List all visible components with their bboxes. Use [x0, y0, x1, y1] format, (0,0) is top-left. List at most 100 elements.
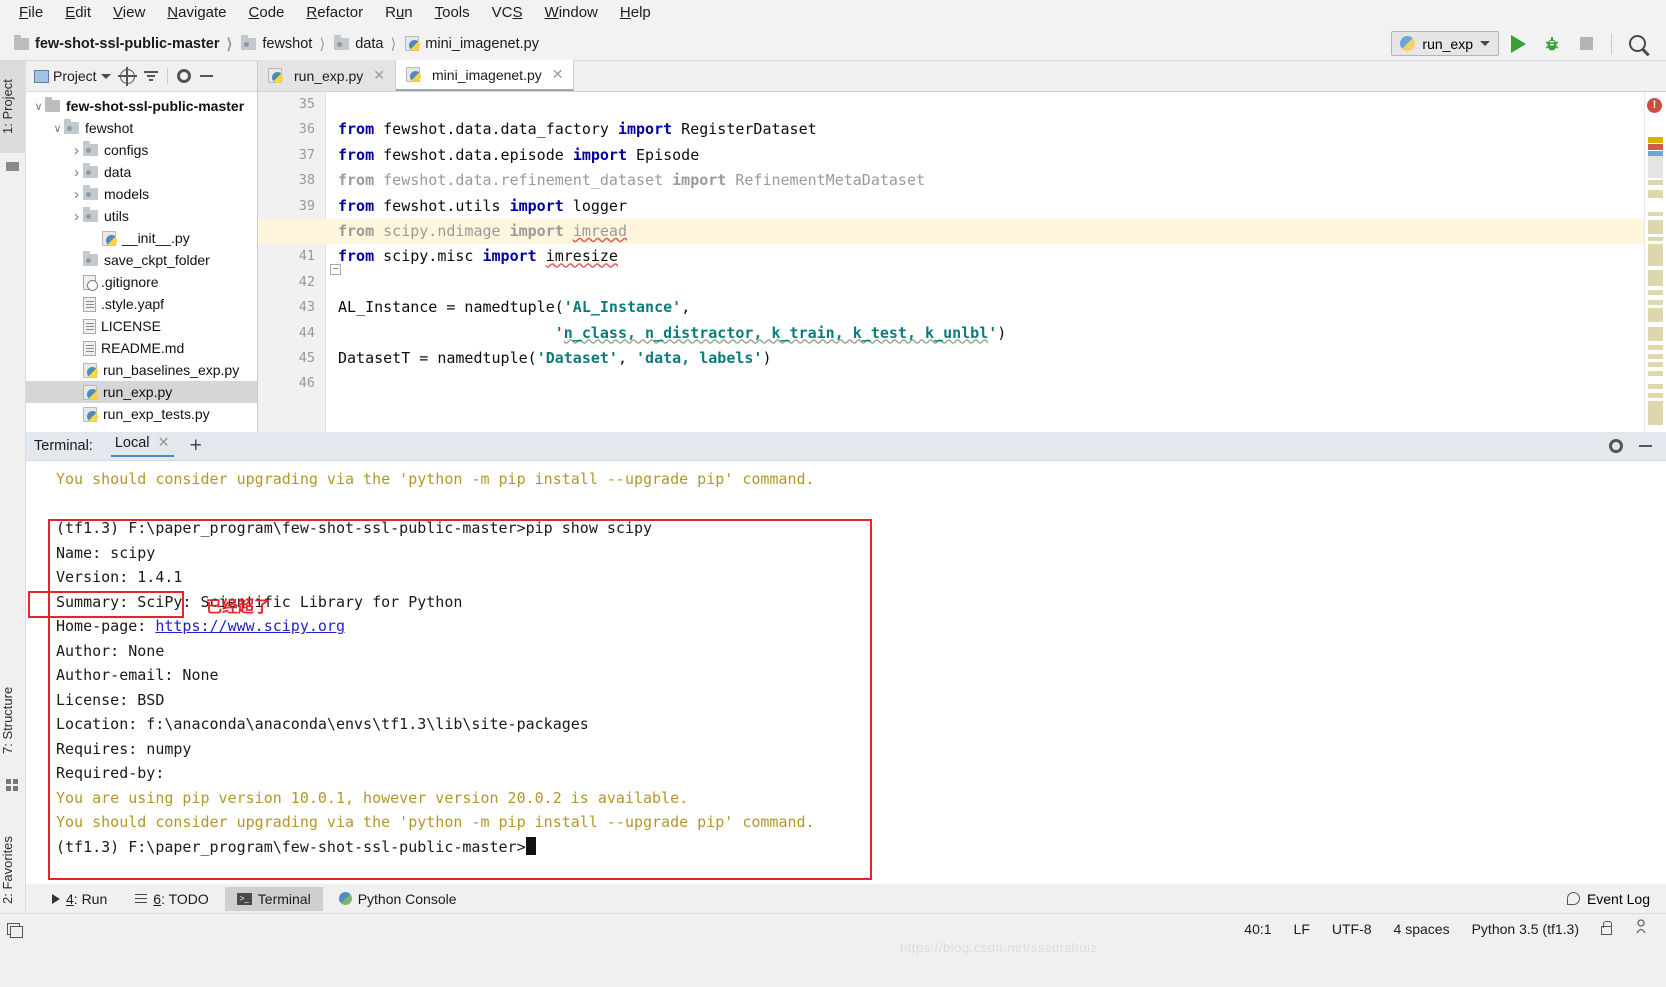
tab-mini-imagenet-py[interactable]: mini_imagenet.py ✕: [396, 60, 575, 91]
menu-item-vcs[interactable]: VCS: [481, 0, 534, 26]
debug-button[interactable]: [1537, 30, 1567, 58]
breadcrumb-item-file[interactable]: mini_imagenet.py: [405, 36, 539, 52]
line-number[interactable]: 44: [258, 321, 325, 346]
tree-node[interactable]: run_baselines_exp.py: [26, 359, 257, 381]
code-line[interactable]: from scipy.misc import imresize: [338, 244, 1666, 269]
tree-node[interactable]: .style.yapf: [26, 293, 257, 315]
run-button[interactable]: [1503, 30, 1533, 58]
menu-item-navigate[interactable]: Navigate: [156, 0, 237, 26]
menu-item-run[interactable]: Run: [374, 0, 424, 26]
sidebar-item-project[interactable]: 1: Project: [0, 61, 26, 153]
event-log-button[interactable]: Event Log: [1566, 891, 1666, 907]
code-line[interactable]: from fewshot.data.refinement_dataset imp…: [338, 168, 1666, 193]
menu-item-file[interactable]: File: [8, 0, 54, 26]
editor-marker-strip[interactable]: !: [1644, 92, 1666, 432]
run-configuration-selector[interactable]: run_exp: [1391, 31, 1499, 56]
tree-node[interactable]: data: [26, 161, 257, 183]
code-line[interactable]: [338, 270, 1666, 295]
close-icon[interactable]: ✕: [158, 435, 170, 451]
tree-node[interactable]: README.md: [26, 337, 257, 359]
stop-button[interactable]: [1571, 30, 1601, 58]
chevron-down-icon[interactable]: [32, 100, 45, 113]
tab-run-exp-py[interactable]: run_exp.py ✕: [258, 60, 397, 91]
tree-node[interactable]: run_exp_tests.py: [26, 403, 257, 425]
code-line[interactable]: from scipy.ndimage import imread: [258, 218, 1666, 245]
code-line[interactable]: [338, 371, 1666, 396]
code-line[interactable]: from fewshot.utils import logger: [338, 194, 1666, 219]
editor-gutter[interactable]: 353637383940414243444546: [258, 92, 326, 432]
sidebar-item-favorites[interactable]: 2: Favorites: [0, 818, 26, 922]
line-number[interactable]: 42: [258, 270, 325, 295]
tree-node[interactable]: models: [26, 183, 257, 205]
code-line[interactable]: DatasetT = namedtuple('Dataset', 'data, …: [338, 346, 1666, 371]
menu-item-code[interactable]: Code: [238, 0, 296, 26]
minimize-icon[interactable]: [199, 75, 213, 77]
chevron-right-icon[interactable]: [70, 142, 83, 159]
python-interpreter[interactable]: Python 3.5 (tf1.3): [1472, 921, 1579, 937]
code-line[interactable]: AL_Instance = namedtuple('AL_Instance',: [338, 295, 1666, 320]
tree-node[interactable]: save_ckpt_folder: [26, 249, 257, 271]
breadcrumb-item-fewshot[interactable]: fewshot ⟩: [241, 34, 332, 53]
line-number[interactable]: 36: [258, 117, 325, 142]
tree-node[interactable]: configs: [26, 139, 257, 161]
tree-node[interactable]: utils: [26, 205, 257, 227]
line-number[interactable]: 43: [258, 295, 325, 320]
code-line[interactable]: [338, 92, 1666, 117]
code-line[interactable]: from fewshot.data.data_factory import Re…: [338, 117, 1666, 142]
inspection-icon[interactable]: [1634, 919, 1648, 938]
minimize-icon[interactable]: [1639, 445, 1652, 447]
close-icon[interactable]: ✕: [373, 67, 385, 84]
line-number[interactable]: 39: [258, 194, 325, 219]
chevron-right-icon[interactable]: [70, 208, 83, 225]
sidebar-item-structure[interactable]: 7: Structure: [0, 666, 26, 774]
tree-node[interactable]: .gitignore: [26, 271, 257, 293]
line-separator[interactable]: LF: [1294, 921, 1310, 937]
add-terminal-button[interactable]: +: [190, 434, 202, 458]
collapse-all-icon[interactable]: [143, 69, 158, 83]
toggle-tool-windows-button[interactable]: [0, 922, 26, 938]
menu-item-view[interactable]: View: [102, 0, 156, 26]
indent-setting[interactable]: 4 spaces: [1394, 921, 1450, 937]
menu-item-tools[interactable]: Tools: [424, 0, 481, 26]
tab-terminal[interactable]: >_ Terminal: [224, 886, 323, 911]
terminal-prompt[interactable]: (tf1.3) F:\paper_program\few-shot-ssl-pu…: [56, 835, 1666, 860]
code-line[interactable]: 'n_class, n_distractor, k_train, k_test,…: [338, 321, 1666, 346]
file-encoding[interactable]: UTF-8: [1332, 921, 1372, 937]
line-number[interactable]: 38: [258, 168, 325, 193]
line-number[interactable]: 46: [258, 371, 325, 396]
line-number[interactable]: 45: [258, 346, 325, 371]
menu-item-refactor[interactable]: Refactor: [295, 0, 374, 26]
chevron-right-icon[interactable]: [70, 164, 83, 181]
tree-node[interactable]: LICENSE: [26, 315, 257, 337]
gear-icon[interactable]: [176, 69, 191, 83]
close-icon[interactable]: ✕: [552, 66, 564, 83]
tree-node[interactable]: few-shot-ssl-public-master: [26, 95, 257, 117]
scroll-from-source-icon[interactable]: [117, 66, 137, 86]
tab-python-console[interactable]: Python Console: [327, 887, 469, 911]
code-content[interactable]: from fewshot.data.data_factory import Re…: [258, 92, 1666, 432]
menu-item-edit[interactable]: Edit: [54, 0, 102, 26]
tab-run[interactable]: 4: Run: [40, 887, 119, 911]
tree-node[interactable]: run_exp.py: [26, 381, 257, 403]
menu-item-window[interactable]: Window: [534, 0, 609, 26]
breadcrumb-item-data[interactable]: data ⟩: [334, 34, 403, 53]
code-editor[interactable]: 353637383940414243444546 − from fewshot.…: [258, 92, 1666, 432]
line-number[interactable]: 37: [258, 143, 325, 168]
lock-icon[interactable]: [1601, 920, 1612, 935]
error-badge[interactable]: !: [1647, 98, 1662, 113]
menu-item-help[interactable]: Help: [609, 0, 662, 26]
gear-icon[interactable]: [1609, 439, 1623, 453]
chevron-down-icon[interactable]: [51, 122, 64, 135]
line-number[interactable]: 41: [258, 244, 325, 269]
terminal-tab-local[interactable]: Local ✕: [110, 435, 174, 457]
terminal-link[interactable]: https://www.scipy.org: [155, 617, 345, 635]
tab-todo[interactable]: 6: TODO: [123, 887, 221, 911]
chevron-down-icon[interactable]: [100, 73, 111, 79]
code-line[interactable]: from fewshot.data.episode import Episode: [338, 143, 1666, 168]
caret-position[interactable]: 40:1: [1244, 921, 1271, 937]
tree-node[interactable]: fewshot: [26, 117, 257, 139]
breadcrumb-item-project[interactable]: few-shot-ssl-public-master ⟩: [14, 34, 239, 53]
search-everywhere-button[interactable]: [1622, 30, 1652, 58]
tree-node[interactable]: __init__.py: [26, 227, 257, 249]
chevron-right-icon[interactable]: [70, 186, 83, 203]
